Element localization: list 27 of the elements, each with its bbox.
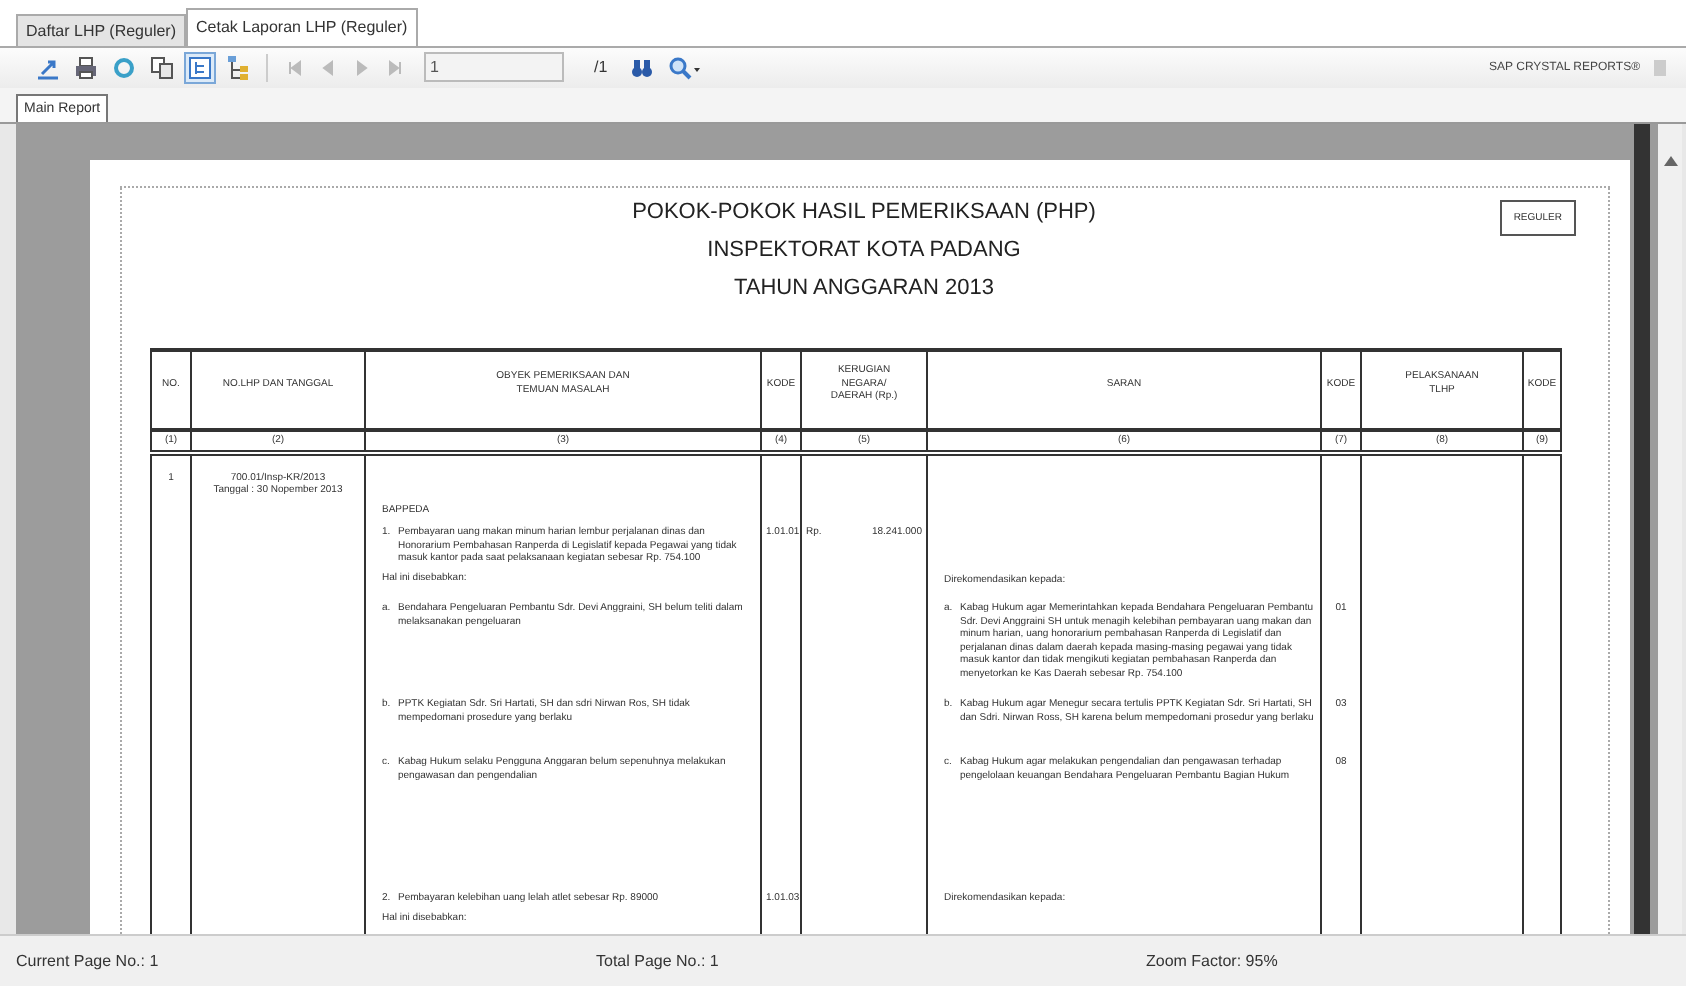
group-tree-button[interactable] [184,51,216,84]
page-number-field[interactable]: 1 [424,52,564,83]
copy-button[interactable] [146,51,178,84]
zoom-icon [667,55,700,80]
binoculars-icon [629,55,654,80]
report-title: POKOK-POKOK HASIL PEMERIKSAAN (PHP) [632,199,1096,224]
right-arrow-icon [388,59,404,76]
report-title: TAHUN ANGGARAN 2013 [733,275,994,300]
page-total: /1 [594,58,608,77]
total-pages-label: Total Page No.: 1 [596,952,721,971]
print-icon [74,55,98,80]
zoom-factor-label: Zoom Factor: 95% [1146,952,1278,971]
left-arrow-icon [320,59,336,76]
up-arrow-icon [1663,155,1677,166]
report-title: INSPEKTORAT KOTA PADANG [707,237,1021,262]
panel-icon [188,55,212,80]
export-icon [36,55,60,80]
tree-icon [226,53,250,82]
refresh-icon [112,55,136,80]
tab[interactable]: Cetak Laporan LHP (Reguler) [186,7,418,46]
tab[interactable]: Daftar LHP (Reguler) [16,13,186,46]
right-arrow-icon [354,59,370,76]
current-page-label: Current Page No.: 1 [16,952,161,971]
vertical-scrollbar[interactable] [1658,123,1682,935]
left-arrow-icon [286,59,302,76]
copy-icon [150,55,174,80]
print-button[interactable] [70,51,102,84]
